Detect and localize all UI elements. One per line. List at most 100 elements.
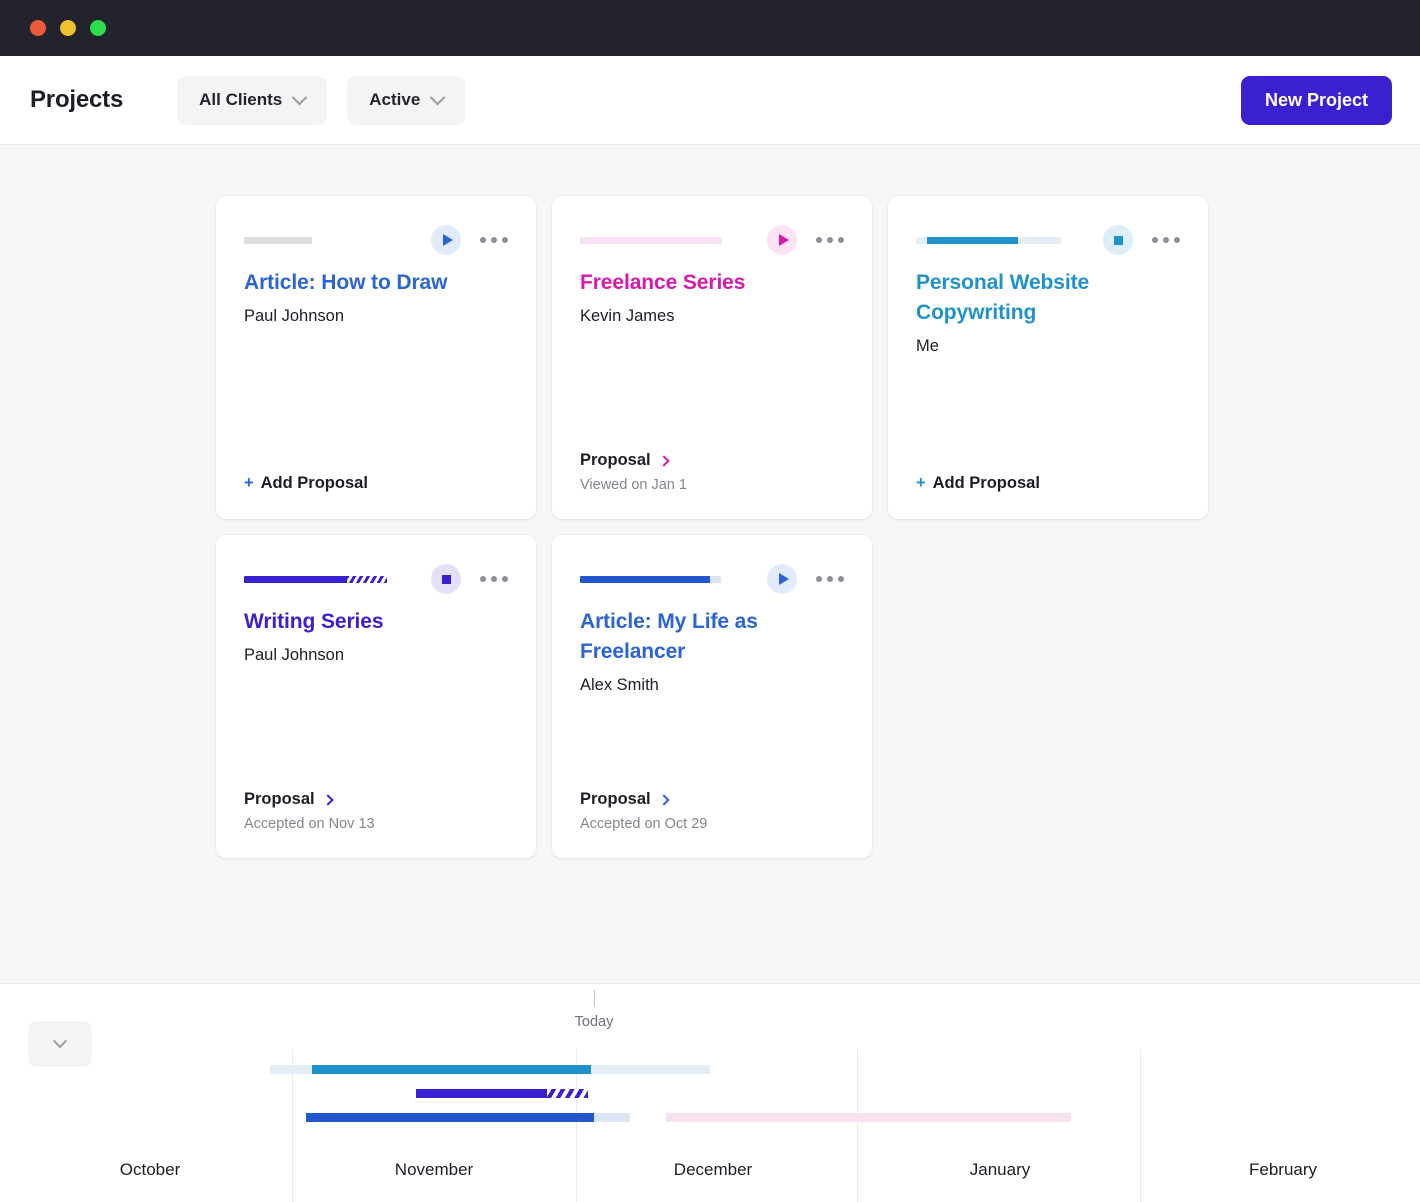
- stop-icon: [1113, 235, 1123, 245]
- stop-button[interactable]: [1103, 225, 1133, 255]
- add-proposal-button[interactable]: + Add Proposal: [244, 474, 508, 493]
- proposal-link[interactable]: Proposal: [580, 451, 844, 470]
- card-footer: Proposal Viewed on Jan 1: [580, 451, 844, 493]
- clients-filter-dropdown[interactable]: All Clients: [177, 75, 328, 125]
- status-filter-dropdown[interactable]: Active: [347, 75, 466, 125]
- proposal-link[interactable]: Proposal: [244, 790, 508, 809]
- play-button[interactable]: [431, 225, 461, 255]
- play-button[interactable]: [767, 564, 797, 594]
- app-header: Projects All Clients Active New Project: [0, 56, 1420, 145]
- dot-icon: [480, 237, 486, 243]
- new-project-button[interactable]: New Project: [1240, 75, 1392, 125]
- card-menu-button[interactable]: [480, 572, 508, 586]
- card-header: [916, 224, 1180, 256]
- card-footer: Proposal Accepted on Oct 29: [580, 790, 844, 832]
- timeline-bar[interactable]: [270, 1065, 710, 1074]
- chevron-right-icon: [657, 454, 670, 467]
- chevron-down-icon: [430, 89, 446, 105]
- add-proposal-button[interactable]: + Add Proposal: [916, 474, 1180, 493]
- project-card[interactable]: Article: How to Draw Paul Johnson + Add Pro…: [216, 196, 536, 519]
- project-card[interactable]: Writing Series Paul Johnson Proposal Accept…: [216, 535, 536, 858]
- timeline-segment: [416, 1089, 547, 1098]
- card-client-name: Paul Johnson: [244, 645, 344, 664]
- proposal-link-label: Proposal: [244, 790, 315, 808]
- window-titlebar: [0, 0, 1420, 56]
- dot-icon: [816, 237, 822, 243]
- timeline-bar[interactable]: [666, 1113, 1071, 1122]
- today-marker-tick: [594, 990, 595, 1007]
- proposal-link-label: Proposal: [580, 451, 651, 469]
- dot-icon: [1174, 237, 1180, 243]
- chevron-down-icon: [291, 89, 308, 105]
- card-client-name: Kevin James: [580, 306, 675, 325]
- timeline-segment: [306, 1113, 594, 1122]
- plus-icon: +: [916, 474, 926, 492]
- project-card[interactable]: Freelance Series Kevin James Proposal Viewe…: [552, 196, 872, 519]
- progress-bar: [244, 236, 312, 244]
- page-title: Projects: [30, 86, 124, 113]
- timeline-month-label: December: [673, 1160, 753, 1179]
- stop-icon: [441, 574, 451, 584]
- timeline-month-label: October: [119, 1160, 181, 1179]
- window-maximize-button[interactable]: [90, 20, 106, 36]
- dot-icon: [1152, 237, 1158, 243]
- card-footer: + Add Proposal: [916, 474, 1180, 493]
- add-proposal-label: Add Proposal: [932, 474, 1040, 492]
- stop-button[interactable]: [431, 564, 461, 594]
- card-title[interactable]: Freelance Series: [580, 268, 844, 298]
- dot-icon: [502, 237, 508, 243]
- status-filter-label: Active: [369, 90, 421, 109]
- card-footer: Proposal Accepted on Nov 13: [244, 790, 508, 832]
- timeline-track: October November December January February To…: [0, 984, 1420, 1202]
- project-card[interactable]: Personal Website Copywriting Me + Add Propo…: [888, 196, 1208, 519]
- card-menu-button[interactable]: [816, 572, 844, 586]
- project-card-grid: Article: How to Draw Paul Johnson + Add Pro…: [216, 196, 1240, 858]
- projects-board: Article: How to Draw Paul Johnson + Add Pro…: [0, 145, 1420, 983]
- card-menu-button[interactable]: [1152, 233, 1180, 247]
- dot-icon: [838, 237, 844, 243]
- project-card[interactable]: Article: My Life as Freelancer Alex Smith…: [552, 535, 872, 858]
- progress-bar: [916, 236, 1061, 244]
- proposal-status-text: Accepted on Oct 29: [580, 816, 708, 832]
- timeline-segment: [591, 1065, 710, 1074]
- play-button[interactable]: [767, 225, 797, 255]
- timeline-month-label: January: [969, 1160, 1031, 1179]
- timeline-segment: [270, 1065, 312, 1074]
- card-title[interactable]: Personal Website Copywriting: [916, 268, 1180, 328]
- dot-icon: [491, 576, 497, 582]
- dot-icon: [816, 576, 822, 582]
- proposal-link[interactable]: Proposal: [580, 790, 844, 809]
- window-close-button[interactable]: [30, 20, 46, 36]
- proposal-link-label: Proposal: [580, 790, 651, 808]
- window-minimize-button[interactable]: [60, 20, 76, 36]
- dot-icon: [480, 576, 486, 582]
- timeline-gridline: [1140, 1049, 1141, 1202]
- dot-icon: [502, 576, 508, 582]
- progress-segment: [244, 236, 312, 244]
- timeline-bar[interactable]: [416, 1089, 588, 1098]
- card-title[interactable]: Writing Series: [244, 607, 508, 637]
- dot-icon: [838, 576, 844, 582]
- card-menu-button[interactable]: [816, 233, 844, 247]
- play-icon: [778, 234, 789, 246]
- chevron-right-icon: [657, 793, 670, 806]
- dot-icon: [827, 576, 833, 582]
- card-client-name: Alex Smith: [580, 675, 659, 694]
- card-title[interactable]: Article: My Life as Freelancer: [580, 607, 844, 667]
- card-client-name: Paul Johnson: [244, 306, 344, 325]
- play-icon: [778, 573, 789, 585]
- progress-bar: [580, 575, 721, 583]
- filter-group: All Clients Active: [177, 75, 466, 125]
- timeline-bar[interactable]: [306, 1113, 630, 1122]
- card-menu-button[interactable]: [480, 233, 508, 247]
- progress-segment: [580, 575, 710, 583]
- progress-segment: [1018, 236, 1061, 244]
- card-title[interactable]: Article: How to Draw: [244, 268, 508, 298]
- progress-segment-hatched: [347, 575, 387, 583]
- progress-segment: [927, 236, 1018, 244]
- today-marker-label: Today: [574, 1014, 614, 1030]
- play-icon: [442, 234, 453, 246]
- card-header: [580, 563, 844, 595]
- card-header: [244, 224, 508, 256]
- progress-bar: [580, 236, 722, 244]
